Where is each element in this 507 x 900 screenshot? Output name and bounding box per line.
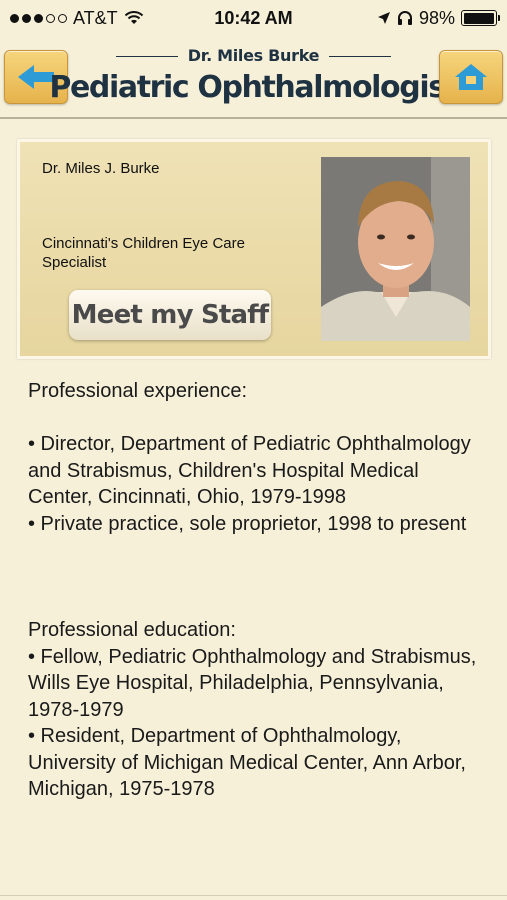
bottom-divider [0, 895, 507, 896]
signal-dots-icon [10, 13, 67, 23]
doctor-tagline: Cincinnati's Children Eye Care Specialis… [42, 235, 245, 271]
location-arrow-icon [377, 12, 390, 24]
status-bar: AT&T 10:42 AM 98% [0, 0, 507, 36]
battery-percent: 98% [418, 7, 455, 28]
profile-card: Dr. Miles J. Burke Cincinnati's Children… [17, 139, 491, 359]
doctor-name: Dr. Miles J. Burke [42, 160, 160, 177]
header-subtitle-row: Dr. Miles Burke [0, 46, 507, 65]
header-rule-right [329, 55, 392, 58]
bio-content: Professional experience: • Director, Dep… [28, 378, 488, 803]
home-icon [455, 64, 487, 90]
experience-item: • Private practice, sole proprietor, 199… [28, 512, 467, 535]
battery-icon [461, 10, 500, 26]
wifi-icon [124, 11, 143, 24]
education-item: • Resident, Department of Ophthalmology,… [28, 725, 466, 800]
carrier-label: AT&T [73, 7, 118, 28]
battery-fill [463, 12, 494, 24]
doctor-photo [321, 157, 470, 341]
header: Dr. Miles Burke Pediatric Ophthalmologis… [0, 36, 507, 118]
home-button[interactable] [439, 50, 503, 104]
header-subtitle: Dr. Miles Burke [187, 46, 320, 65]
status-time: 10:42 AM [214, 7, 293, 28]
page-title: Pediatric Ophthalmologist [49, 70, 459, 105]
meet-staff-button[interactable]: Meet my Staff [69, 290, 271, 340]
experience-item: • Director, Department of Pediatric Opht… [28, 433, 471, 508]
status-left: AT&T [10, 8, 170, 29]
education-item: • Fellow, Pediatric Ophthalmology and St… [28, 645, 477, 721]
headphones-icon [397, 11, 412, 25]
header-divider [0, 117, 507, 119]
experience-heading: Professional experience: [28, 380, 248, 402]
header-rule-left [115, 55, 178, 58]
status-right: 98% [337, 7, 500, 29]
education-heading: Professional education: [28, 619, 236, 641]
